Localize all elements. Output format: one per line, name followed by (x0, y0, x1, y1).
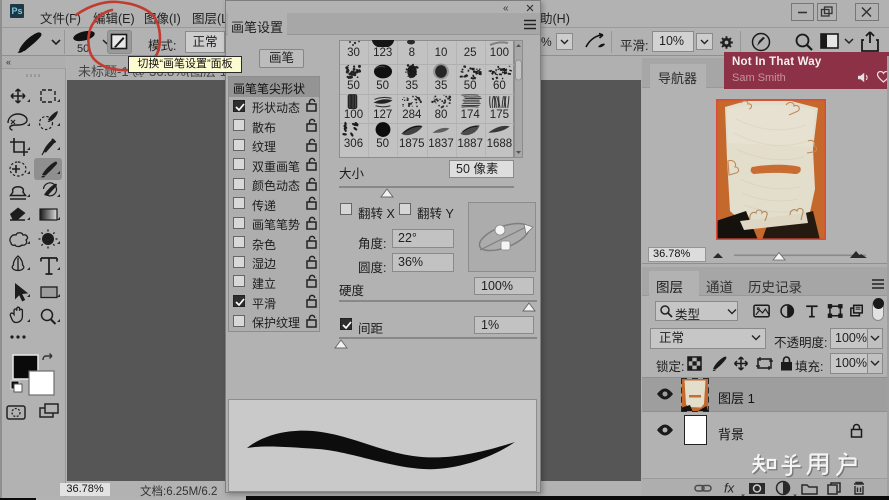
svg-text:50: 50 (77, 43, 89, 55)
svg-text:fx: fx (724, 481, 735, 496)
